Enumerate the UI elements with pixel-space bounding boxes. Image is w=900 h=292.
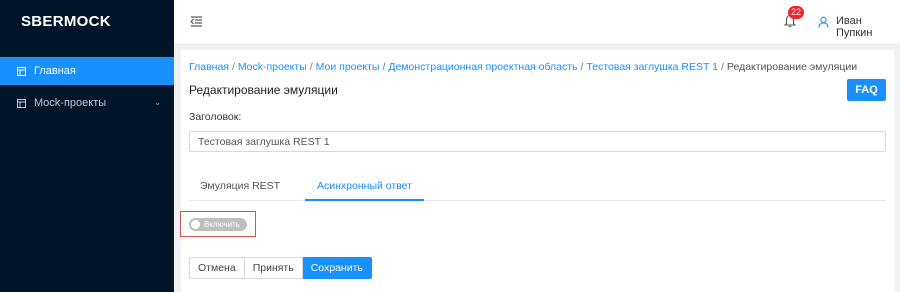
sidebar-item-label: Главная [34, 65, 76, 77]
sidebar-item-mock-projects[interactable]: Mock-проекты ⌄ [0, 89, 174, 117]
main-content: Главная / Mock-проекты / Мои проекты / Демонст… [180, 50, 894, 292]
accept-button[interactable]: Принять [244, 257, 303, 279]
breadcrumb-separator: / [231, 61, 235, 73]
breadcrumb-separator: / [309, 61, 313, 73]
user-icon[interactable] [818, 15, 829, 28]
top-header: 22 Иван Пупкин [174, 0, 900, 45]
tab-emulation-rest[interactable]: Эмуляция REST [200, 172, 280, 199]
app-logo: SBERMOCK [21, 13, 111, 30]
notification-badge: 22 [788, 6, 805, 19]
menu-fold-icon[interactable] [190, 14, 204, 28]
breadcrumb-separator: / [580, 61, 584, 73]
action-buttons: Отмена Принять Сохранить [189, 257, 372, 279]
chevron-down-icon: ⌄ [154, 98, 161, 107]
breadcrumb-separator: / [382, 61, 386, 73]
faq-button[interactable]: FAQ [847, 79, 886, 101]
save-button[interactable]: Сохранить [302, 257, 372, 279]
breadcrumb-separator: / [721, 61, 724, 73]
user-name[interactable]: Иван Пупкин [836, 15, 900, 39]
sidebar-item-home[interactable]: Главная [0, 57, 174, 85]
enable-toggle[interactable]: Включить [189, 218, 247, 231]
title-input[interactable] [189, 131, 886, 152]
layout-icon [17, 98, 26, 108]
tabs-bar: Эмуляция REST Асинхронный ответ [189, 172, 886, 201]
title-field-label: Заголовок: [189, 111, 242, 123]
breadcrumb-link-mock-projects[interactable]: Mock-проекты [238, 61, 307, 73]
breadcrumb-current: Редактирование эмуляции [726, 61, 858, 73]
breadcrumb-link-project-area[interactable]: Демонстрационная проектная область [388, 61, 577, 73]
breadcrumb-link-my-projects[interactable]: Мои проекты [316, 61, 380, 73]
toggle-knob [191, 220, 200, 229]
breadcrumb-link-home[interactable]: Главная [189, 61, 229, 73]
toggle-label: Включить [204, 220, 240, 229]
breadcrumb-link-stub[interactable]: Тестовая заглушка REST 1 [586, 61, 718, 73]
sidebar: SBERMOCK Главная Mock-проекты ⌄ [0, 0, 174, 292]
layout-icon [17, 66, 26, 76]
tab-async-response[interactable]: Асинхронный ответ [305, 172, 424, 201]
sidebar-item-label: Mock-проекты [34, 97, 107, 109]
breadcrumb: Главная / Mock-проекты / Мои проекты / Демонст… [189, 61, 857, 73]
page-title: Редактирование эмуляции [189, 83, 338, 97]
cancel-button[interactable]: Отмена [189, 257, 245, 279]
